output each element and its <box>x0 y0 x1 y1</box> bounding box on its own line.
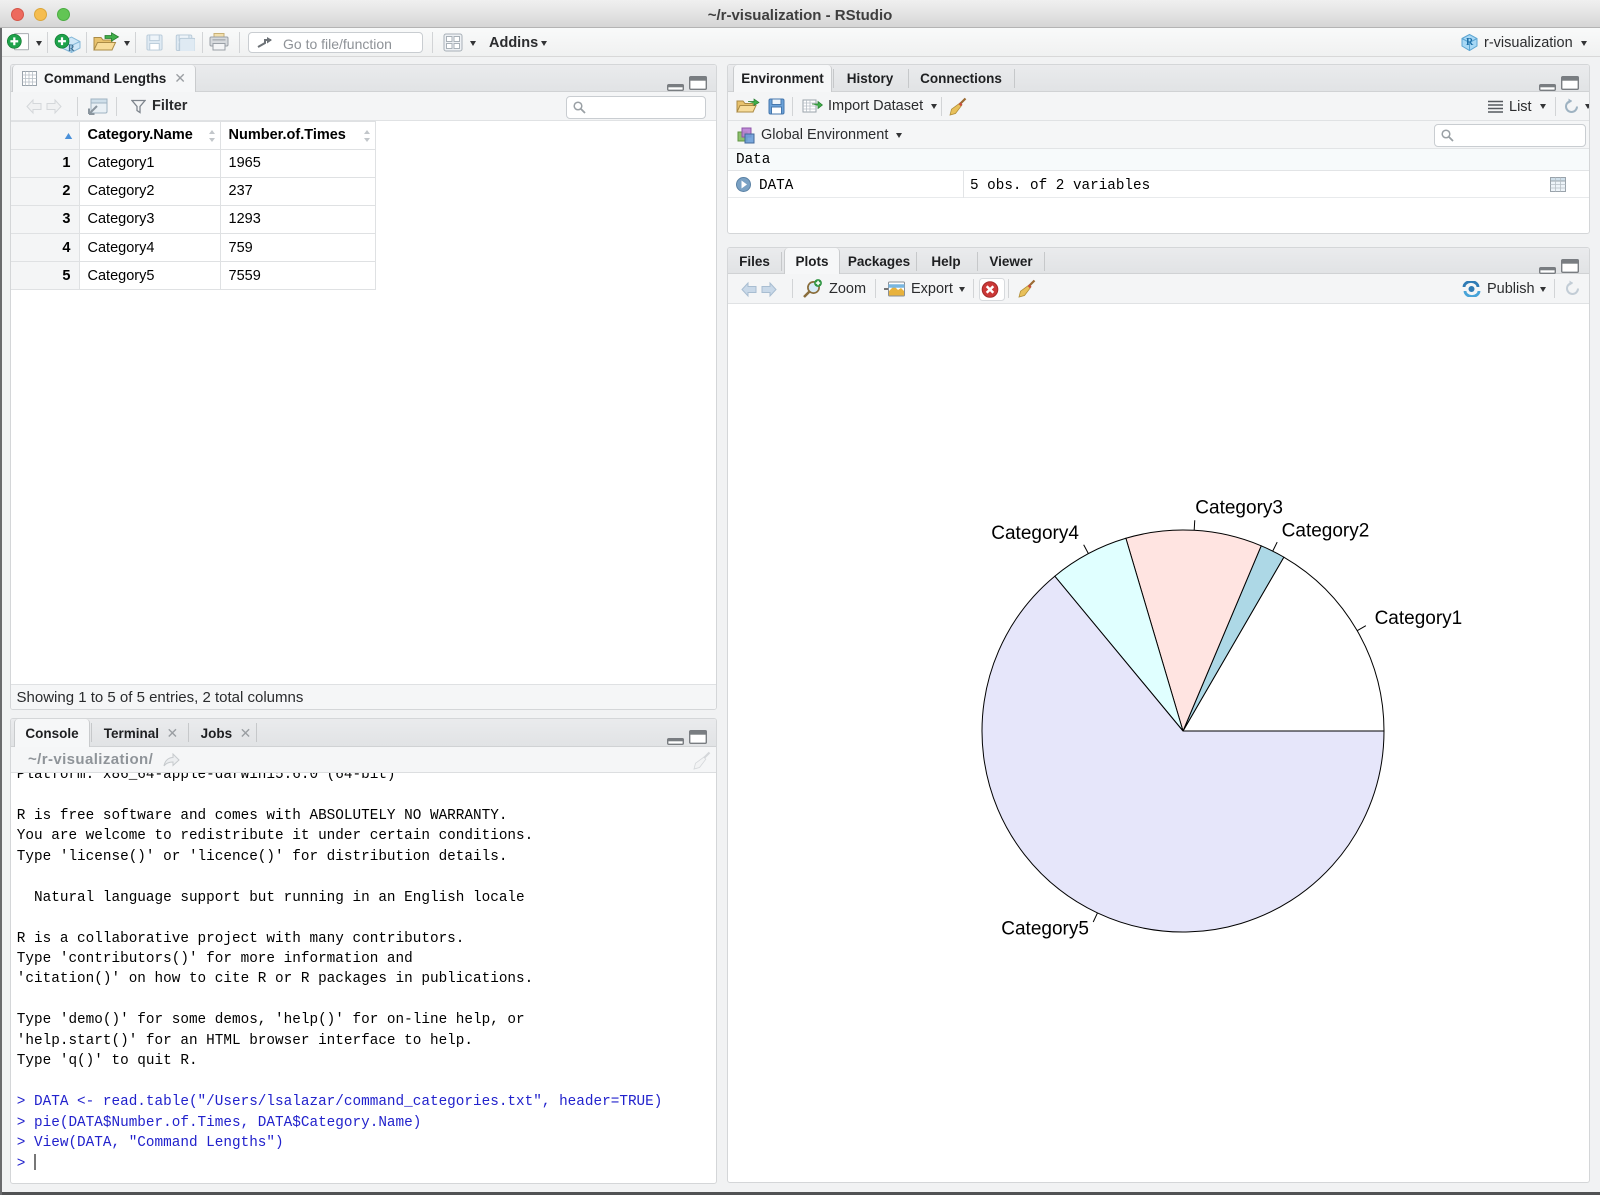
svg-text:Category3: Category3 <box>1195 497 1283 518</box>
svg-text:Category2: Category2 <box>1282 520 1370 541</box>
svg-text:Category5: Category5 <box>1001 918 1089 939</box>
svg-text:R: R <box>68 43 75 53</box>
svg-text:Category4: Category4 <box>991 523 1079 544</box>
svg-text:R: R <box>1466 37 1474 48</box>
svg-text:Category1: Category1 <box>1375 608 1463 629</box>
